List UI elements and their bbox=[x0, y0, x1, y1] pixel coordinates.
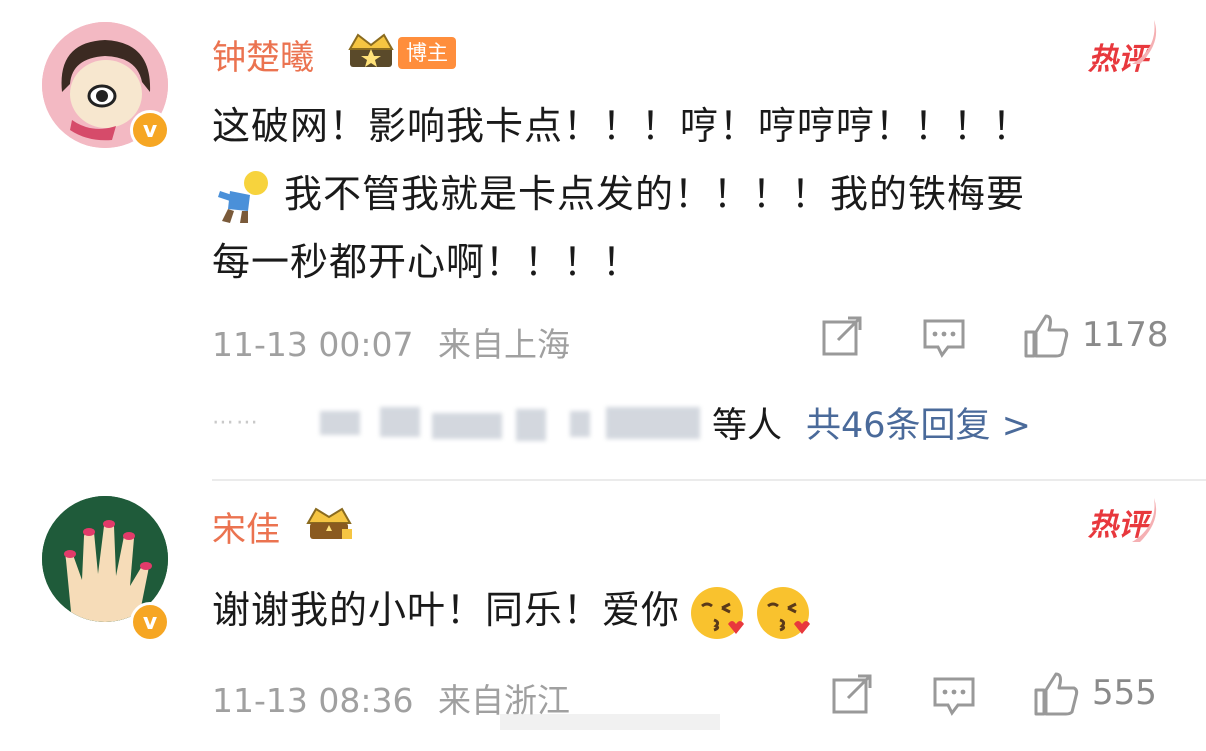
comment-line: 这破网！影响我卡点！！！哼！哼哼哼！！！！ bbox=[212, 104, 1032, 148]
thumbs-up-icon bbox=[1034, 672, 1079, 716]
dots-icon: ⋯⋯ bbox=[212, 409, 260, 435]
author-name[interactable]: 宋佳 bbox=[212, 502, 280, 551]
like-count: 555 bbox=[1092, 673, 1157, 713]
comment-button[interactable] bbox=[932, 676, 976, 716]
blurred-reply-names bbox=[320, 401, 708, 443]
kiss-emoji-icon bbox=[757, 586, 811, 639]
comment-line: 每一秒都开心啊！！！！ bbox=[212, 240, 642, 284]
comment-text: 这破网！影响我卡点！！！哼！哼哼哼！！！！ 我不管我就是卡点发的！！！！我的铁梅… bbox=[212, 92, 1172, 296]
comment-text: 谢谢我的小叶！同乐！爱你 bbox=[212, 576, 1172, 644]
share-icon bbox=[822, 316, 862, 356]
hot-swoosh-icon bbox=[1132, 20, 1157, 64]
timestamp: 11-13 00:07 bbox=[212, 325, 414, 364]
comment-meta: 11-13 00:07 来自上海 bbox=[212, 318, 570, 366]
view-replies-link[interactable]: 共46条回复 > bbox=[806, 397, 1031, 448]
hot-swoosh-icon bbox=[1132, 498, 1157, 542]
verified-badge-icon: v bbox=[130, 602, 170, 642]
crown-icon bbox=[306, 507, 352, 539]
share-button[interactable] bbox=[832, 674, 874, 714]
like-button[interactable]: 555 bbox=[1032, 670, 1157, 716]
reply-suffix: 等人 bbox=[712, 405, 783, 446]
thumbs-up-icon bbox=[1024, 314, 1069, 358]
location: 来自上海 bbox=[437, 325, 570, 364]
blogger-badge: 博主 bbox=[398, 37, 456, 69]
timestamp: 11-13 08:36 bbox=[212, 681, 414, 720]
person-emoji-icon bbox=[218, 170, 268, 223]
comment-button[interactable] bbox=[922, 318, 966, 358]
comment-line-with-icon: 我不管我就是卡点发的！！！！我的铁梅要 bbox=[212, 160, 1172, 228]
verified-badge-icon: v bbox=[130, 110, 170, 150]
share-button[interactable] bbox=[822, 316, 864, 356]
comment-icon bbox=[933, 677, 975, 716]
crown-icon bbox=[348, 33, 394, 67]
comment-line: 谢谢我的小叶！同乐！爱你 bbox=[212, 588, 681, 632]
like-button[interactable]: 1178 bbox=[1022, 312, 1169, 358]
comment-line: 我不管我就是卡点发的！！！！我的铁梅要 bbox=[284, 172, 1026, 216]
like-count: 1178 bbox=[1082, 315, 1169, 355]
reply-summary[interactable]: ⋯⋯ 等人 共46条回复 > bbox=[212, 400, 1031, 446]
author-name[interactable]: 钟楚曦 bbox=[212, 30, 314, 79]
kiss-emoji-icon bbox=[691, 586, 745, 639]
share-icon bbox=[832, 674, 872, 714]
comment-icon bbox=[923, 319, 965, 358]
comment-item: v 钟楚曦 博主 热评 这破网！影响我卡点！！！哼！哼哼哼！！！！ 我不管我就是… bbox=[0, 0, 1206, 480]
watermark-blur bbox=[500, 714, 720, 730]
